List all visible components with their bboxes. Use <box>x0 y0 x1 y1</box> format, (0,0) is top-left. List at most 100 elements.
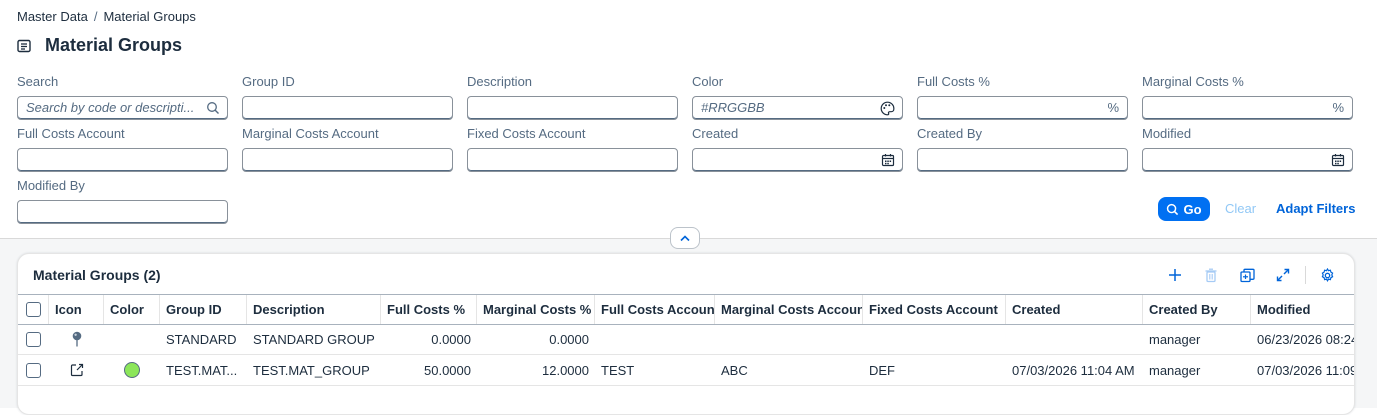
modified-date-input[interactable] <box>1142 148 1353 172</box>
search-placeholder: Search by code or descripti... <box>26 100 195 115</box>
row-created-by: manager <box>1149 331 1201 347</box>
calendar-icon[interactable] <box>1331 153 1345 167</box>
table-header-row: Icon Color Group ID Description Full Cos… <box>18 294 1354 325</box>
filter-label: Full Costs % <box>917 74 990 89</box>
export-icon <box>1239 268 1255 282</box>
title-row: Material Groups <box>17 35 182 56</box>
table-row[interactable]: TEST.MAT... TEST.MAT_GROUP 50.0000 12.00… <box>18 355 1354 386</box>
search-icon <box>1167 203 1179 215</box>
row-marginal-costs: 12.0000 <box>542 362 589 378</box>
settings-button[interactable] <box>1316 264 1338 286</box>
go-button[interactable]: Go <box>1158 197 1210 221</box>
modified-by-input[interactable] <box>17 200 228 224</box>
row-description: TEST.MAT_GROUP <box>253 362 370 378</box>
filter-label: Group ID <box>242 74 295 89</box>
column-header-created-by[interactable]: Created By <box>1143 295 1251 324</box>
filter-modified: Modified <box>1142 126 1353 172</box>
description-input[interactable] <box>467 96 678 120</box>
select-all-checkbox[interactable] <box>25 302 41 317</box>
percent-suffix: % <box>1332 100 1344 115</box>
export-button[interactable] <box>1236 264 1258 286</box>
color-input[interactable]: #RRGGBB <box>692 96 903 120</box>
palette-icon[interactable] <box>880 101 895 116</box>
column-header-icon[interactable]: Icon <box>49 295 104 324</box>
add-button[interactable] <box>1164 264 1186 286</box>
delete-button[interactable] <box>1200 264 1222 286</box>
filter-label: Marginal Costs Account <box>242 126 379 141</box>
filter-color: Color #RRGGBB <box>692 74 903 120</box>
column-header-created[interactable]: Created <box>1006 295 1143 324</box>
row-fixed-costs-account: DEF <box>869 362 895 378</box>
marginal-costs-input[interactable]: % <box>1142 96 1353 120</box>
row-checkbox[interactable] <box>26 331 41 347</box>
table-toolbar <box>1154 264 1354 286</box>
filter-header: Master Data / Material Groups Material G… <box>0 0 1377 238</box>
created-by-input[interactable] <box>917 148 1128 172</box>
gear-icon <box>1321 267 1333 282</box>
row-description: STANDARD GROUP <box>253 331 375 347</box>
clear-button[interactable]: Clear <box>1225 201 1256 216</box>
color-swatch <box>124 362 140 378</box>
search-icon[interactable] <box>206 101 220 115</box>
row-group-id: STANDARD <box>166 331 237 347</box>
filter-group-id: Group ID <box>242 74 453 120</box>
row-marginal-costs-account: ABC <box>721 362 748 378</box>
collapse-header-button[interactable] <box>670 227 700 249</box>
toolbar-separator <box>1305 266 1306 284</box>
row-created: 07/03/2026 11:04 AM <box>1012 362 1135 378</box>
external-link-icon <box>70 363 83 377</box>
material-groups-table: Material Groups (2) Icon Color Group ID … <box>17 253 1355 415</box>
row-icon-cell <box>49 324 104 354</box>
column-header-fixed-costs-account[interactable]: Fixed Costs Account <box>863 295 1006 324</box>
full-costs-input[interactable]: % <box>917 96 1128 120</box>
row-marginal-costs-account <box>715 324 863 354</box>
column-header-marginal-costs[interactable]: Marginal Costs % <box>477 295 595 324</box>
fixed-costs-account-input[interactable] <box>467 148 678 172</box>
chevron-up-icon <box>680 235 690 242</box>
created-date-input[interactable] <box>692 148 903 172</box>
row-full-costs-account: TEST <box>601 362 635 378</box>
filter-marginal-costs-account: Marginal Costs Account <box>242 126 453 172</box>
row-checkbox[interactable] <box>26 362 41 378</box>
filter-label: Search <box>17 74 59 89</box>
filter-label: Full Costs Account <box>17 126 125 141</box>
row-color-cell <box>104 355 160 385</box>
select-all-cell <box>18 295 49 324</box>
column-header-color[interactable]: Color <box>104 295 160 324</box>
filter-label: Fixed Costs Account <box>467 126 586 141</box>
breadcrumb: Master Data / Material Groups <box>17 9 196 24</box>
column-header-full-costs-account[interactable]: Full Costs Account <box>595 295 715 324</box>
row-full-costs: 50.0000 <box>424 362 471 378</box>
search-input[interactable]: Search by code or descripti... <box>17 96 228 120</box>
filter-created-by: Created By <box>917 126 1128 172</box>
marginal-costs-account-input[interactable] <box>242 148 453 172</box>
breadcrumb-master-data[interactable]: Master Data <box>17 9 88 24</box>
column-header-marginal-costs-account[interactable]: Marginal Costs Account <box>715 295 863 324</box>
filter-fixed-costs-account: Fixed Costs Account <box>467 126 678 172</box>
list-icon <box>17 39 31 53</box>
fullscreen-button[interactable] <box>1272 264 1294 286</box>
row-icon-cell <box>49 355 104 385</box>
row-created-by: manager <box>1149 362 1201 378</box>
adapt-filters-button[interactable]: Adapt Filters <box>1276 201 1355 216</box>
go-label: Go <box>1183 201 1202 217</box>
row-modified: 06/23/2026 08:24 <box>1257 331 1354 347</box>
table-row[interactable]: STANDARD STANDARD GROUP 0.0000 0.0000 ma… <box>18 324 1354 355</box>
table-title: Material Groups (2) <box>33 267 161 283</box>
column-header-full-costs[interactable]: Full Costs % <box>381 295 477 324</box>
breadcrumb-current: Material Groups <box>103 9 196 24</box>
filter-label: Modified <box>1142 126 1192 141</box>
column-header-modified[interactable]: Modified <box>1251 295 1354 324</box>
calendar-icon[interactable] <box>881 153 895 167</box>
column-header-group-id[interactable]: Group ID <box>160 295 247 324</box>
full-costs-account-input[interactable] <box>17 148 228 172</box>
filter-search: Search Search by code or descripti... <box>17 74 228 120</box>
group-id-input[interactable] <box>242 96 453 120</box>
filter-label: Created By <box>917 126 983 141</box>
expand-icon <box>1276 268 1290 282</box>
row-select-cell <box>18 324 49 354</box>
row-modified: 07/03/2026 11:09 <box>1257 362 1354 378</box>
row-fixed-costs-account <box>863 324 1006 354</box>
row-color-cell <box>104 324 160 354</box>
column-header-description[interactable]: Description <box>247 295 381 324</box>
